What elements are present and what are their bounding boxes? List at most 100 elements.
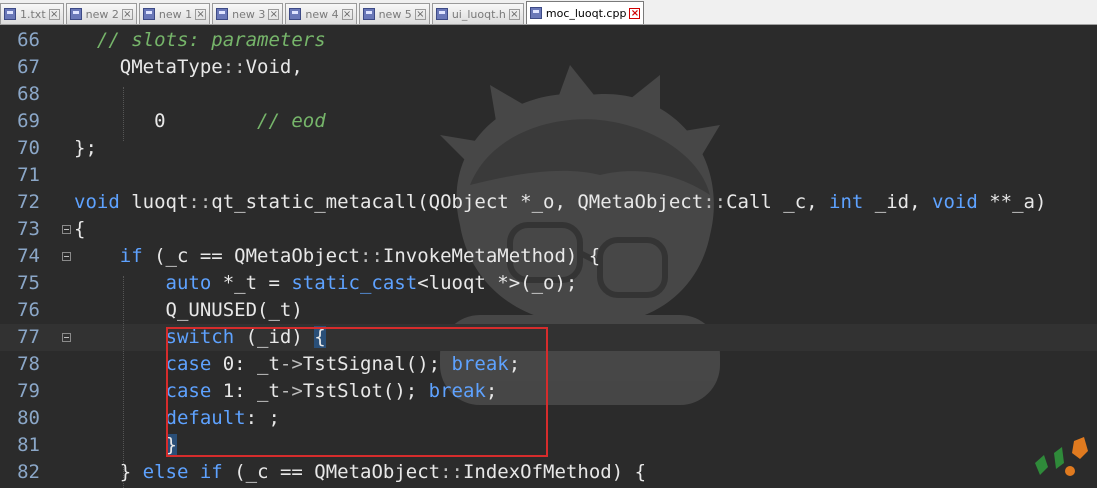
- code-text: } else if (_c == QMetaObject::IndexOfMet…: [74, 459, 646, 486]
- code-text: case 1: _t->TstSlot(); break;: [74, 378, 498, 405]
- file-icon: [216, 8, 229, 20]
- code-token: // slots: parameters: [96, 29, 326, 51]
- code-line[interactable]: 81 }: [0, 432, 1097, 459]
- code-token: {: [314, 326, 326, 348]
- code-line[interactable]: 76 Q_UNUSED(_t): [0, 297, 1097, 324]
- code-line[interactable]: 82 } else if (_c == QMetaObject::IndexOf…: [0, 459, 1097, 486]
- code-token: ::: [188, 191, 212, 213]
- close-icon[interactable]: ×: [195, 8, 207, 20]
- code-line[interactable]: 78 case 0: _t->TstSignal(); break;: [0, 351, 1097, 378]
- code-token: Void,: [245, 56, 303, 78]
- code-token: IndexOfMethod) {: [462, 461, 647, 483]
- tab-moc-luoqt-cpp[interactable]: moc_luoqt.cpp ×: [525, 1, 645, 24]
- fold-toggle-icon[interactable]: [62, 333, 71, 342]
- tab-label: new 5: [378, 7, 412, 21]
- code-token: (_c == QMetaObject: [222, 461, 441, 483]
- line-number: 77: [17, 326, 40, 348]
- code-text: void luoqt::qt_static_metacall(QObject *…: [74, 189, 1046, 216]
- code-token: break: [428, 380, 486, 402]
- code-line[interactable]: 77 switch (_id) {: [0, 324, 1097, 351]
- fold-toggle-icon[interactable]: [62, 252, 71, 261]
- file-icon: [362, 8, 375, 20]
- line-number: 67: [17, 56, 40, 78]
- code-token: luoqt: [119, 191, 189, 213]
- code-token: ->: [279, 380, 303, 402]
- tab-ui-luoqt-h[interactable]: ui_luoqt.h ×: [431, 3, 524, 24]
- code-editor[interactable]: 66 // slots: parameters 67 QMetaType::Voi…: [0, 25, 1097, 488]
- code-line[interactable]: 74 if (_c == QMetaObject::InvokeMetaMeth…: [0, 243, 1097, 270]
- fold-toggle-icon[interactable]: [62, 225, 71, 234]
- line-number: 76: [17, 299, 40, 321]
- code-token: ->: [279, 353, 303, 375]
- code-token: *_t =: [211, 272, 292, 294]
- close-icon[interactable]: ×: [48, 8, 60, 20]
- code-token: default: [165, 407, 246, 429]
- line-number: 81: [17, 434, 40, 456]
- tab-1-txt[interactable]: 1.txt ×: [0, 3, 64, 24]
- code-text: // slots: parameters: [74, 27, 326, 54]
- line-number: 69: [17, 110, 40, 132]
- line-number: 68: [17, 83, 40, 105]
- tab-label: new 2: [85, 7, 119, 21]
- tab-label: 1.txt: [20, 7, 46, 21]
- close-icon[interactable]: ×: [508, 8, 520, 20]
- code-line[interactable]: 70};: [0, 135, 1097, 162]
- line-number: 82: [17, 461, 40, 483]
- line-number: 70: [17, 137, 40, 159]
- code-token: TstSignal();: [302, 353, 452, 375]
- signature-stamp-logo: [1035, 437, 1088, 476]
- line-number: 66: [17, 29, 40, 51]
- close-icon[interactable]: ×: [121, 8, 133, 20]
- code-token: (_id): [234, 326, 315, 348]
- code-token: 1: _t: [211, 380, 280, 402]
- code-token: InvokeMetaMethod) {: [382, 245, 601, 267]
- code-line[interactable]: 79 case 1: _t->TstSlot(); break;: [0, 378, 1097, 405]
- file-icon: [142, 8, 155, 20]
- code-line[interactable]: 66 // slots: parameters: [0, 27, 1097, 54]
- code-token: (_c == QMetaObject: [142, 245, 360, 267]
- close-icon[interactable]: ×: [268, 8, 280, 20]
- code-token: // eod: [257, 110, 326, 132]
- code-line[interactable]: 68: [0, 81, 1097, 108]
- line-number: 71: [17, 164, 40, 186]
- tab-new-1[interactable]: new 1 ×: [138, 3, 211, 24]
- code-token: Call _c,: [726, 191, 830, 213]
- code-line[interactable]: 75 auto *_t = static_cast<luoqt *>(_o);: [0, 270, 1097, 297]
- tab-new-5[interactable]: new 5 ×: [358, 3, 430, 24]
- line-number: 79: [17, 380, 40, 402]
- code-token: if: [119, 245, 143, 267]
- line-number: 80: [17, 407, 40, 429]
- code-line[interactable]: 72 void luoqt::qt_static_metacall(QObject…: [0, 189, 1097, 216]
- code-line[interactable]: 73 {: [0, 216, 1097, 243]
- close-icon[interactable]: ×: [414, 8, 426, 20]
- code-token: case: [165, 380, 212, 402]
- tab-new-2[interactable]: new 2 ×: [65, 3, 137, 24]
- close-icon[interactable]: ×: [629, 7, 641, 19]
- line-number: 75: [17, 272, 40, 294]
- tab-new-4[interactable]: new 4 ×: [285, 3, 357, 24]
- tab-new-3[interactable]: new 3 ×: [212, 3, 284, 24]
- line-number: 78: [17, 353, 40, 375]
- file-icon: [529, 7, 542, 19]
- code-token: break: [451, 353, 509, 375]
- code-token: static_cast: [291, 272, 418, 294]
- code-line[interactable]: 67 QMetaType::Void,: [0, 54, 1097, 81]
- code-text: QMetaType::Void,: [74, 54, 303, 81]
- code-token: qt_static_metacall(QObject *_o, QMetaObj…: [211, 191, 704, 213]
- indent-guide: [123, 87, 124, 141]
- code-line[interactable]: 71: [0, 162, 1097, 189]
- close-icon[interactable]: ×: [341, 8, 353, 20]
- code-line[interactable]: 69 0 // eod: [0, 108, 1097, 135]
- file-icon: [289, 8, 302, 20]
- code-token: TstSlot();: [302, 380, 429, 402]
- tab-label: moc_luoqt.cpp: [545, 6, 627, 20]
- tab-label: new 1: [158, 7, 193, 21]
- code-token: case: [165, 353, 212, 375]
- code-line[interactable]: 80 default: ;: [0, 405, 1097, 432]
- code-text: switch (_id) {: [74, 324, 326, 351]
- code-token: ::: [440, 461, 463, 483]
- line-number: 73: [17, 218, 40, 240]
